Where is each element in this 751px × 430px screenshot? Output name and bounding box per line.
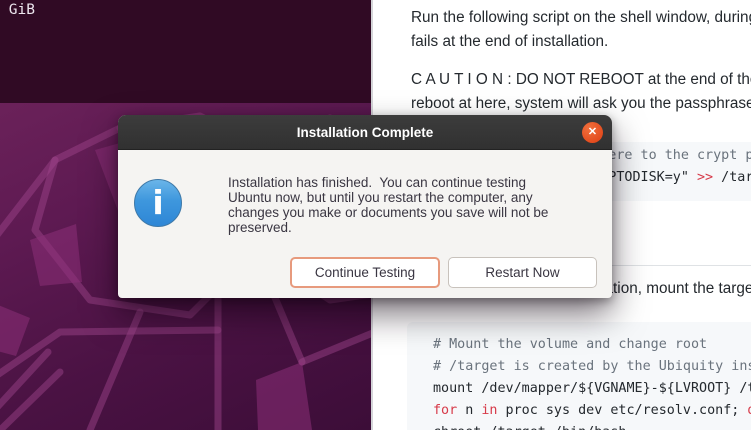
code-line: # Mount the volume and change root <box>433 334 751 356</box>
dialog-installation-complete: Installation Complete ✕ i Installation h… <box>118 115 612 298</box>
code-line: for n in proc sys dev etc/resolv.conf; d… <box>433 400 751 422</box>
continue-testing-button[interactable]: Continue Testing <box>290 257 440 288</box>
paragraph-caution: C A U T I O N : DO NOT REBOOT at the end… <box>411 68 751 115</box>
code-line: chroot /target /bin/bash <box>433 422 751 430</box>
text-line: changes you make or documents you save w… <box>228 205 548 220</box>
text-line: fails at the end of installation. <box>411 30 751 54</box>
restart-now-button[interactable]: Restart Now <box>448 257 597 288</box>
dialog-title: Installation Complete <box>297 125 434 140</box>
dialog-message: Installation has finished. You can conti… <box>228 175 548 235</box>
text-line: preserved. <box>228 220 548 235</box>
code-line: mount /dev/mapper/${VGNAME}-${LVROOT} /t… <box>433 378 751 400</box>
close-button[interactable]: ✕ <box>582 122 603 143</box>
paragraph-run-script: Run the following script on the shell wi… <box>411 6 751 53</box>
restart-now-label: Restart Now <box>485 265 559 280</box>
text-line: Installation has finished. You can conti… <box>228 175 548 190</box>
info-icon-glyph: i <box>152 186 163 219</box>
code-block-chroot: # Mount the volume and change root# /tar… <box>407 322 751 430</box>
text-line: reboot at here, system will ask you the … <box>411 92 751 116</box>
text-line: Ubuntu now, but until you restart the co… <box>228 190 548 205</box>
continue-testing-label: Continue Testing <box>315 265 415 280</box>
text-line: Run the following script on the shell wi… <box>411 6 751 30</box>
close-icon: ✕ <box>588 127 597 138</box>
info-icon: i <box>134 179 182 227</box>
terminal-output: GiBRoo-bdv1-bH1x-NCuu-nBTA77re to the cr… <box>0 2 371 19</box>
dialog-titlebar[interactable]: Installation Complete ✕ <box>118 115 612 150</box>
code-line: # /target is created by the Ubiquity ins… <box>433 356 751 378</box>
text-line: C A U T I O N : DO NOT REBOOT at the end… <box>411 68 751 92</box>
text-line: GiB <box>0 2 371 19</box>
terminal-window[interactable]: GiBRoo-bdv1-bH1x-NCuu-nBTA77re to the cr… <box>0 0 371 103</box>
